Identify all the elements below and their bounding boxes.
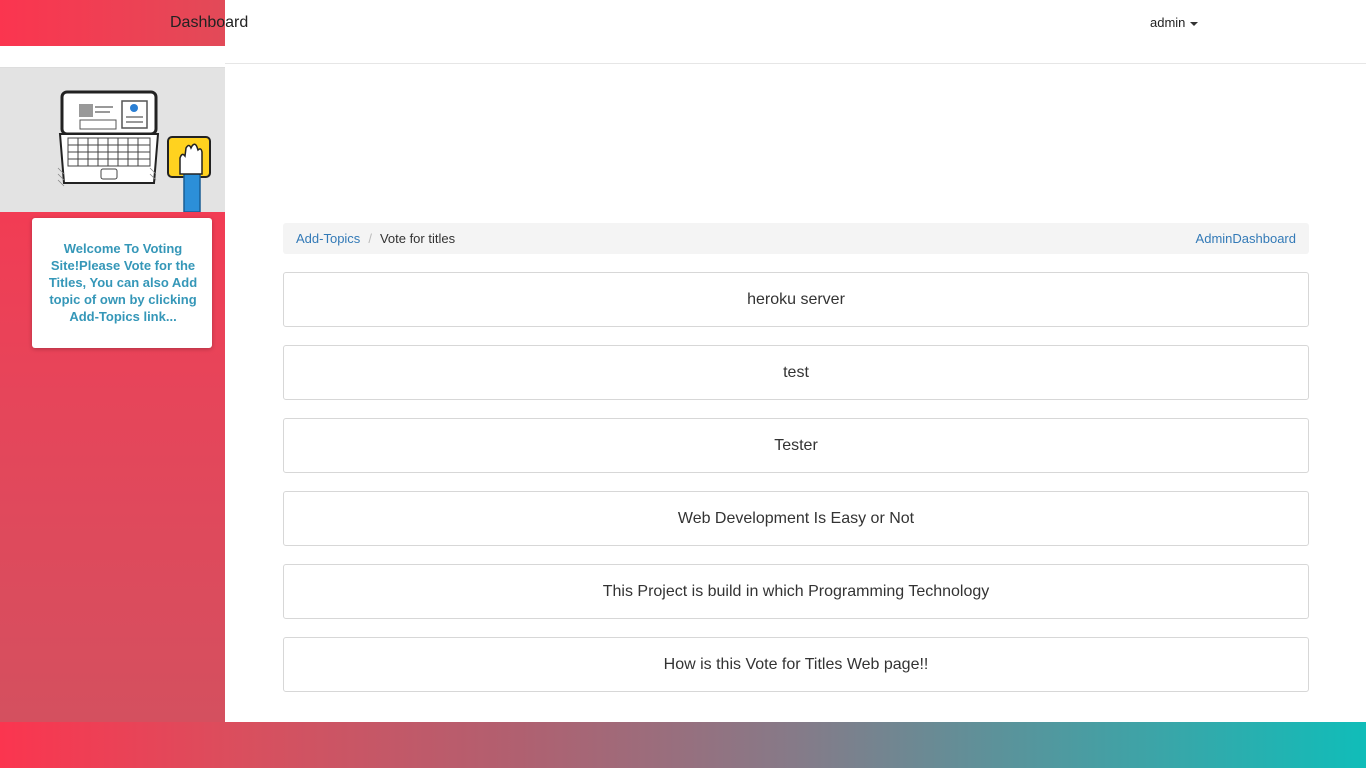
welcome-card: Welcome To Voting Site!Please Vote for t… — [32, 218, 212, 348]
laptop-hand-icon — [57, 90, 211, 213]
user-menu-dropdown[interactable]: admin — [1150, 15, 1199, 30]
caret-down-icon — [1190, 21, 1199, 26]
welcome-message: Welcome To Voting Site!Please Vote for t… — [48, 241, 198, 324]
breadcrumb-separator: / — [368, 231, 372, 246]
breadcrumb: Add-Topics / Vote for titles AdminDashbo… — [283, 223, 1309, 254]
brand-title[interactable]: Dashboard — [170, 14, 248, 32]
user-name: admin — [1150, 15, 1186, 30]
top-navbar — [225, 0, 1366, 64]
topic-item[interactable]: Tester — [283, 418, 1309, 473]
topic-list: heroku server test Tester Web Developmen… — [283, 272, 1309, 710]
topic-item[interactable]: Web Development Is Easy or Not — [283, 491, 1309, 546]
breadcrumb-add-topics-link[interactable]: Add-Topics — [296, 231, 360, 246]
topic-item[interactable]: heroku server — [283, 272, 1309, 327]
topic-item[interactable]: How is this Vote for Titles Web page!! — [283, 637, 1309, 692]
topic-item[interactable]: This Project is build in which Programmi… — [283, 564, 1309, 619]
admin-dashboard-link[interactable]: AdminDashboard — [1196, 231, 1296, 246]
topic-item[interactable]: test — [283, 345, 1309, 400]
sidebar-strip — [0, 46, 225, 68]
breadcrumb-current: Vote for titles — [379, 231, 456, 246]
laptop-illustration — [0, 68, 225, 213]
